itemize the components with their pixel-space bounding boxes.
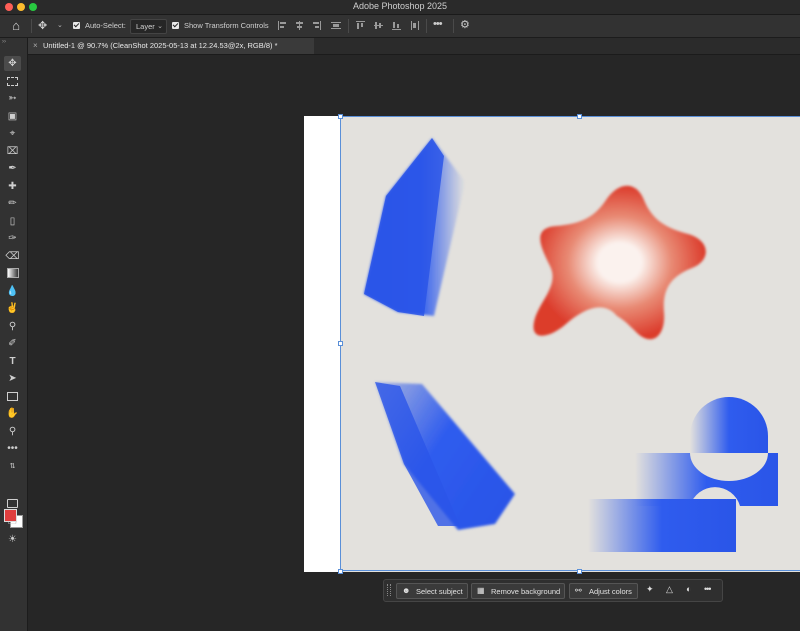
zoom-tool-icon[interactable]: ⚲ [4,424,21,439]
more-tools-icon[interactable]: ••• [4,441,21,456]
auto-select-checkbox[interactable] [73,22,80,29]
options-bar: ⌂ ✥ ⌄ Auto-Select: Layer ⌄ Show Transfor… [0,15,800,38]
dodge-tool-icon[interactable]: ⚲ [4,319,21,334]
remove-background-button[interactable]: ▦ Remove background [471,583,565,599]
auto-select-label: Auto-Select: [85,21,126,30]
distribute-horizontal-icon[interactable] [331,21,341,30]
rectangular-marquee-tool-icon[interactable] [4,74,21,89]
transform-handle-bottom-center[interactable] [577,569,582,574]
align-right-icon[interactable] [312,21,322,30]
adjust-colors-label: Adjust colors [589,587,632,596]
document-tab-bar: × Untitled-1 @ 90.7% (CleanShot 2025-05-… [28,38,800,55]
contextual-task-bar: ☻ Select subject ▦ Remove background ⚯ A… [383,579,723,602]
transform-bounding-box[interactable] [340,116,800,571]
divider [348,19,349,33]
mask-icon[interactable]: ◐ [686,584,691,594]
transform-handle-top-center[interactable] [577,114,582,119]
rectangle-tool-icon[interactable] [4,389,21,404]
eraser-tool-icon[interactable]: ⌫ [4,249,21,264]
foreground-color-swatch[interactable] [4,509,17,522]
crop-tool-icon[interactable]: ⌖ [4,126,21,141]
align-bottom-icon[interactable] [392,21,402,30]
show-transform-controls-checkbox[interactable] [172,22,179,29]
align-vertical-center-icon[interactable] [374,21,384,30]
path-selection-tool-icon[interactable]: ➤ [4,371,21,386]
type-tool-icon[interactable]: T [4,354,21,369]
person-icon: ☻ [402,586,411,595]
align-top-icon[interactable] [356,21,366,30]
smudge-tool-icon[interactable]: ✌ [4,301,21,316]
healing-brush-tool-icon[interactable]: ✚ [4,179,21,194]
dropdown-value: Layer [136,22,155,31]
gear-icon[interactable]: ⚙ [460,18,470,31]
swap-colors-icon[interactable]: ⇅ [4,459,21,474]
transform-handle-top-left[interactable] [338,114,343,119]
window-title: Adobe Photoshop 2025 [352,1,448,11]
more-options-icon[interactable]: ••• [704,584,712,594]
blur-tool-icon[interactable]: 💧 [4,284,21,299]
document-background [304,116,341,572]
move-tool-icon[interactable]: ✥ [4,56,21,71]
clone-stamp-tool-icon[interactable]: ▯ [4,214,21,229]
hand-tool-icon[interactable]: ✋ [4,406,21,421]
generative-fill-icon[interactable]: ☀ [4,532,21,547]
distribute-vertical-icon[interactable] [410,21,420,30]
select-subject-button[interactable]: ☻ Select subject [396,583,468,599]
adjust-colors-button[interactable]: ⚯ Adjust colors [569,583,638,599]
transform-handle-middle-left[interactable] [338,341,343,346]
align-horizontal-center-icon[interactable] [295,21,305,30]
close-tab-icon[interactable]: × [33,41,38,50]
more-options-icon[interactable]: ••• [433,18,443,30]
home-icon[interactable]: ⌂ [8,18,24,34]
image-icon: ▦ [477,586,485,595]
brush-tool-icon[interactable]: ✏ [4,196,21,211]
drag-handle-icon[interactable] [387,584,391,596]
title-bar: Adobe Photoshop 2025 [0,0,800,15]
document-tab[interactable]: × Untitled-1 @ 90.7% (CleanShot 2025-05-… [28,38,314,54]
divider [31,19,32,33]
frame-tool-icon[interactable]: ⌧ [4,144,21,159]
move-tool-preset-icon[interactable]: ✥ [38,19,47,32]
history-brush-tool-icon[interactable]: ✑ [4,231,21,246]
object-selection-tool-icon[interactable]: ▣ [4,109,21,124]
magic-wand-icon[interactable]: ✦ [646,584,654,595]
document-tab-title: Untitled-1 @ 90.7% (CleanShot 2025-05-13… [43,41,278,50]
remove-background-label: Remove background [491,587,561,596]
pen-tool-icon[interactable]: ✐ [4,336,21,351]
transform-handle-bottom-left[interactable] [338,569,343,574]
color-circles-icon: ⚯ [575,586,582,595]
tools-panel: ›› ✥ ➳ ▣ ⌖ ⌧ ✒ ✚ ✏ ▯ ✑ ⌫ 💧 ✌ ⚲ ✐ T ➤ ✋ ⚲… [0,38,28,631]
gradient-tool-icon[interactable] [4,266,21,281]
show-transform-controls-label: Show Transform Controls [184,21,269,30]
select-subject-label: Select subject [416,587,463,596]
panel-collapse-icon[interactable]: ›› [2,39,6,45]
align-left-icon[interactable] [278,21,288,30]
eyedropper-tool-icon[interactable]: ✒ [4,161,21,176]
chevron-down-icon[interactable]: ⌄ [57,21,63,29]
lasso-tool-icon[interactable]: ➳ [4,91,21,106]
divider [453,19,454,33]
auto-select-target-dropdown[interactable]: Layer ⌄ [130,19,167,34]
chevron-down-icon: ⌄ [157,23,163,30]
divider [426,19,427,33]
transform-icon[interactable]: △ [666,584,673,595]
